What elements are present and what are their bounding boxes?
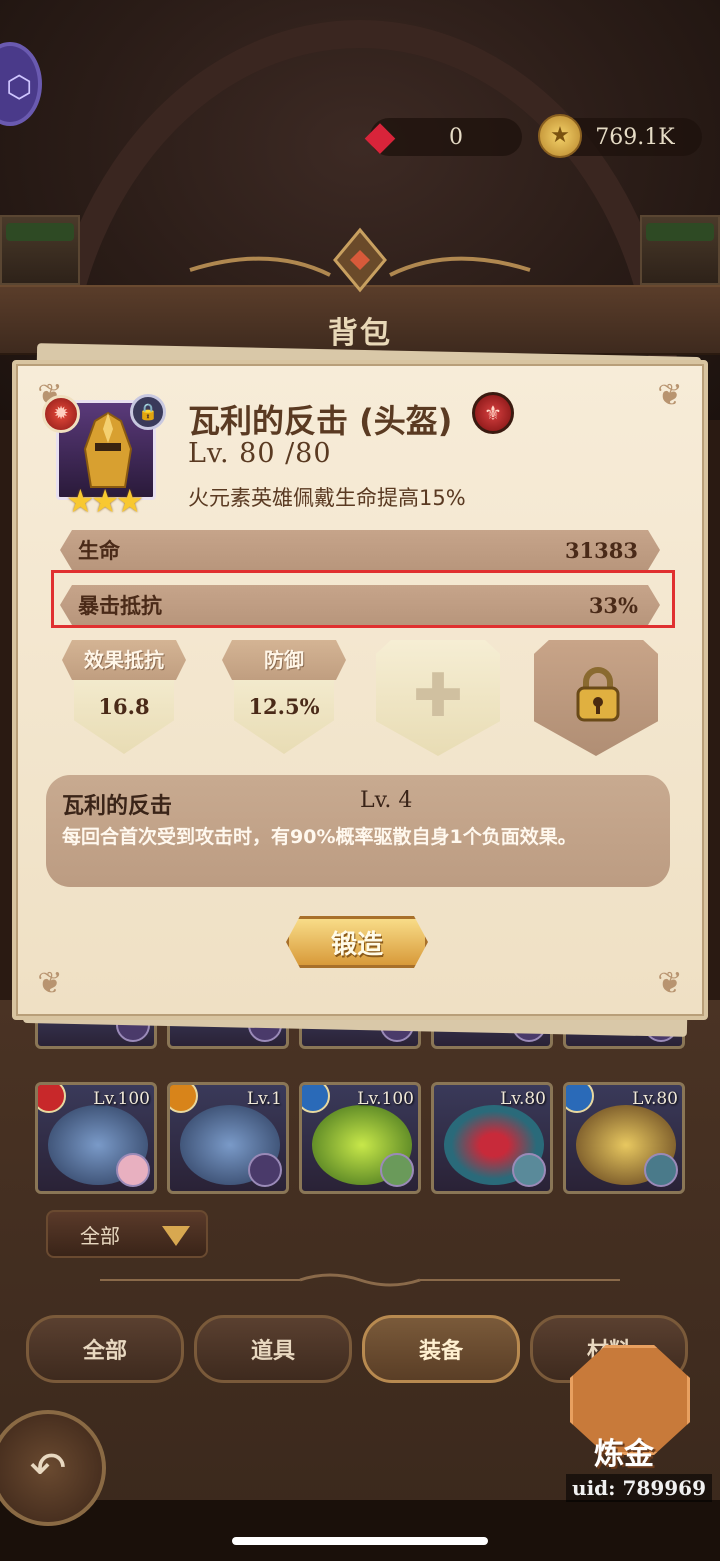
ruby-gem-icon: ◆ — [364, 113, 396, 159]
hero-avatar-icon — [512, 1153, 546, 1187]
tab-all[interactable]: 全部 — [26, 1315, 184, 1383]
corner-ornament-icon: ❦ — [37, 966, 63, 1001]
skill-name: 瓦利的反击 — [62, 794, 173, 819]
fire-element-icon — [38, 1085, 66, 1113]
inventory-slot[interactable]: Lv.80 — [431, 1082, 553, 1194]
corner-ornament-icon: ❦ — [657, 966, 683, 1001]
alchemy-button[interactable]: 炼金 — [570, 1345, 700, 1472]
stat-label: 生命 — [78, 539, 120, 563]
background-pillar-right — [640, 215, 720, 285]
filter-dropdown[interactable]: 全部 — [46, 1210, 208, 1258]
stat-row-hp: 生命 31383 — [60, 530, 660, 570]
rarity-icon: ⚜ — [472, 392, 514, 434]
inventory-slot[interactable]: Lv.100 — [35, 1082, 157, 1194]
corner-ornament-icon: ❦ — [657, 378, 683, 413]
light-element-icon — [170, 1085, 198, 1113]
padlock-icon[interactable]: 🔒 — [130, 394, 166, 430]
dropdown-triangle-icon — [162, 1226, 190, 1246]
stat-value: 33% — [588, 592, 638, 618]
tab-items[interactable]: 道具 — [194, 1315, 352, 1383]
fire-element-icon: ✹ — [42, 395, 80, 433]
plus-icon: ✚ — [412, 661, 464, 731]
item-level-label: Lv.1 — [246, 1089, 282, 1109]
hero-avatar-icon — [248, 1153, 282, 1187]
water-element-icon — [566, 1085, 594, 1113]
gem-counter[interactable]: ◆ 0 — [365, 113, 522, 159]
item-level: Lv. 80 /80 — [188, 438, 332, 469]
substat-shield-effect-resist: 效果抵抗 16.8 — [62, 640, 186, 760]
hero-avatar-icon — [116, 1153, 150, 1187]
item-level-label: Lv.80 — [500, 1089, 546, 1109]
padlock-icon — [576, 667, 620, 722]
gold-coin-icon: ★ — [538, 114, 582, 158]
user-id: uid: 789969 — [566, 1474, 712, 1502]
inventory-slot[interactable]: Lv.100 — [299, 1082, 421, 1194]
forge-button[interactable]: 锻造 — [286, 916, 428, 968]
item-effect-description: 火元素英雄佩戴生命提高15% — [188, 486, 466, 510]
item-level-label: Lv.80 — [632, 1089, 678, 1109]
substat-value: 12.5% — [248, 694, 320, 719]
water-element-icon — [302, 1085, 330, 1113]
inventory-row: Lv.100 Lv.1 Lv.100 Lv.80 Lv.80 — [35, 1082, 687, 1194]
inventory-slot[interactable]: Lv.1 — [167, 1082, 289, 1194]
gold-counter[interactable]: ★ 769.1K — [538, 114, 702, 158]
title-ornament — [189, 227, 531, 293]
stat-value: 31383 — [564, 537, 638, 563]
hero-avatar-icon — [380, 1153, 414, 1187]
home-indicator[interactable] — [232, 1537, 488, 1545]
alchemy-label: 炼金 — [594, 1437, 654, 1472]
skill-description: 每回合首次受到攻击时，有90%概率驱散自身1个负面效果。 — [62, 826, 577, 848]
skill-level: Lv. 4 — [360, 788, 413, 813]
star-rating: ★★★ — [66, 482, 144, 520]
substat-slot-empty[interactable]: ✚ — [376, 640, 500, 760]
hero-avatar-icon — [644, 1153, 678, 1187]
filter-label: 全部 — [80, 1223, 120, 1248]
substat-slot-locked[interactable] — [534, 640, 658, 760]
stat-label: 暴击抵抗 — [78, 594, 162, 618]
item-name: 瓦利的反击 (头盔) — [188, 402, 453, 440]
substat-value: 16.8 — [98, 694, 150, 719]
background-pillar-left — [0, 215, 80, 285]
substat-label: 防御 — [222, 640, 346, 680]
bottom-floor — [0, 1500, 720, 1561]
inventory-slot[interactable]: Lv.80 — [563, 1082, 685, 1194]
item-level-label: Lv.100 — [357, 1089, 414, 1109]
stat-row-crit-resist: 暴击抵抗 33% — [60, 585, 660, 625]
ornamental-divider — [100, 1273, 620, 1287]
substat-shield-defense: 防御 12.5% — [222, 640, 346, 760]
tab-equipment[interactable]: 装备 — [362, 1315, 520, 1383]
substat-label: 效果抵抗 — [62, 640, 186, 680]
back-arrow-icon: ↶ — [29, 1442, 67, 1494]
item-level-label: Lv.100 — [93, 1089, 150, 1109]
